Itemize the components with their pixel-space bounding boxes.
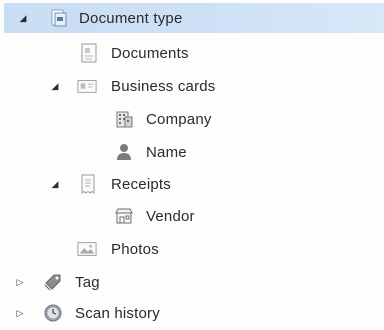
tree-item-label: Document type: [79, 9, 183, 27]
expand-arrow-icon[interactable]: ◢: [17, 12, 29, 24]
collapse-arrow-icon[interactable]: ▷: [14, 276, 26, 288]
document-type-icon: [48, 8, 68, 28]
tree-item-label: Photos: [111, 240, 159, 258]
person-icon: [114, 142, 134, 162]
tree-item-tag[interactable]: ▷ Tag: [0, 267, 384, 297]
tree-item-document-type[interactable]: ◢ Document type: [4, 3, 384, 33]
tree-item-label: Tag: [75, 273, 100, 291]
tree-item-vendor[interactable]: Vendor: [0, 201, 384, 231]
documents-icon: [79, 43, 99, 63]
tag-icon: [43, 272, 63, 292]
tree-item-documents[interactable]: Documents: [0, 38, 384, 68]
expand-arrow-icon[interactable]: ◢: [49, 80, 61, 92]
photo-icon: [77, 239, 97, 259]
tree-item-scan-history[interactable]: ▷ Scan history: [0, 298, 384, 328]
tree-item-label: Documents: [111, 44, 189, 62]
tree-item-receipts[interactable]: ◢ Receipts: [0, 169, 384, 199]
tree-item-label: Name: [146, 143, 187, 161]
company-building-icon: [114, 109, 134, 129]
tree-item-photos[interactable]: Photos: [0, 234, 384, 264]
expand-arrow-icon[interactable]: ◢: [49, 178, 61, 190]
receipt-icon: [78, 174, 98, 194]
tree-item-label: Business cards: [111, 77, 216, 95]
tree-item-name[interactable]: Name: [0, 137, 384, 167]
tree-item-label: Scan history: [75, 304, 160, 322]
tree-item-label: Company: [146, 110, 212, 128]
tree-item-label: Receipts: [111, 175, 171, 193]
collapse-arrow-icon[interactable]: ▷: [14, 307, 26, 319]
business-card-icon: [77, 76, 97, 96]
clock-history-icon: [43, 303, 63, 323]
tree-item-label: Vendor: [146, 207, 195, 225]
tree-item-business-cards[interactable]: ◢ Business cards: [0, 71, 384, 101]
document-tree: ◢ Document type Documents ◢ Business car…: [0, 0, 384, 330]
storefront-icon: [114, 206, 134, 226]
tree-item-company[interactable]: Company: [0, 104, 384, 134]
